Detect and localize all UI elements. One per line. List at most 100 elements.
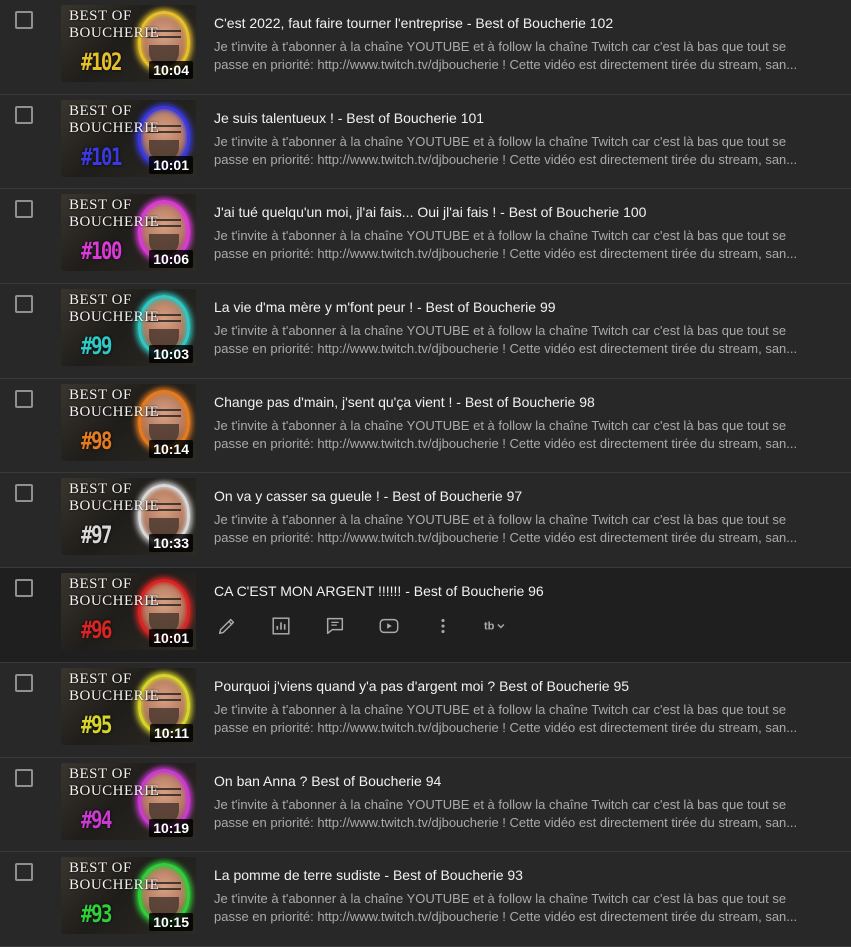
thumbnail-line1: BEST OF bbox=[69, 102, 132, 119]
select-checkbox[interactable] bbox=[15, 295, 33, 314]
video-thumbnail[interactable]: BEST OF BOUCHERIE #97 10:33 bbox=[61, 478, 196, 556]
duration-badge: 10:04 bbox=[149, 61, 193, 79]
video-thumbnail[interactable]: BEST OF BOUCHERIE #94 10:19 bbox=[61, 762, 196, 840]
video-row[interactable]: BEST OF BOUCHERIE #97 10:33 On va y cass… bbox=[0, 473, 851, 569]
select-checkbox[interactable] bbox=[15, 484, 33, 503]
video-row[interactable]: BEST OF BOUCHERIE #94 10:19 On ban Anna … bbox=[0, 757, 851, 853]
select-checkbox[interactable] bbox=[15, 389, 33, 408]
description-line-1: Je t'invite à t'abonner à la chaîne YOUT… bbox=[214, 323, 787, 339]
thumbnail-line2: BOUCHERIE bbox=[69, 687, 160, 704]
thumbnail-line2: BOUCHERIE bbox=[69, 593, 160, 610]
video-description: Je t'invite à t'abonner à la chaîne YOUT… bbox=[214, 417, 840, 453]
thumbnail-caption: BEST OF BOUCHERIE bbox=[69, 103, 159, 137]
video-title[interactable]: C'est 2022, faut faire tourner l'entrepr… bbox=[214, 15, 841, 31]
analytics-icon bbox=[270, 615, 292, 637]
description-line-1: Je t'invite à t'abonner à la chaîne YOUT… bbox=[214, 796, 787, 812]
video-thumbnail[interactable]: BEST OF BOUCHERIE #99 10:03 bbox=[61, 289, 196, 367]
thumbnail-line2: BOUCHERIE bbox=[69, 25, 160, 41]
episode-number: #100 bbox=[81, 237, 122, 266]
video-row[interactable]: BEST OF BOUCHERIE #93 10:15 La pomme de … bbox=[0, 852, 851, 947]
youtube-play-button[interactable] bbox=[376, 614, 402, 638]
duration-badge: 10:11 bbox=[149, 723, 193, 742]
description-line-1: Je t'invite à t'abonner à la chaîne YOUT… bbox=[214, 891, 787, 907]
video-title[interactable]: J'ai tué quelqu'un moi, jl'ai fais... Ou… bbox=[214, 204, 841, 220]
video-thumbnail[interactable]: BEST OF BOUCHERIE #96 10:01 bbox=[61, 573, 196, 651]
video-title[interactable]: Je suis talentueux ! - Best of Boucherie… bbox=[214, 110, 841, 126]
video-thumbnail[interactable]: BEST OF BOUCHERIE #102 10:04 bbox=[61, 5, 196, 82]
thumbnail-line2: BOUCHERIE bbox=[69, 877, 160, 894]
video-description: Je t'invite à t'abonner à la chaîne YOUT… bbox=[214, 227, 840, 263]
description-line-1: Je t'invite à t'abonner à la chaîne YOUT… bbox=[214, 701, 787, 717]
select-checkbox[interactable] bbox=[15, 863, 33, 882]
video-description: Je t'invite à t'abonner à la chaîne YOUT… bbox=[214, 890, 840, 926]
duration-badge: 10:06 bbox=[149, 250, 193, 269]
svg-text:tb: tb bbox=[484, 621, 495, 633]
video-row[interactable]: BEST OF BOUCHERIE #98 10:14 Change pas d… bbox=[0, 378, 851, 474]
video-thumbnail[interactable]: BEST OF BOUCHERIE #95 10:11 bbox=[61, 667, 196, 745]
thumbnail-line2: BOUCHERIE bbox=[69, 498, 160, 515]
tubebuddy-button[interactable]: tb bbox=[482, 614, 508, 638]
video-row[interactable]: BEST OF BOUCHERIE #100 10:06 J'ai tué qu… bbox=[0, 189, 851, 285]
thumbnail-line2: BOUCHERIE bbox=[69, 309, 160, 326]
video-title[interactable]: La pomme de terre sudiste - Best of Bouc… bbox=[214, 867, 841, 883]
episode-number: #97 bbox=[81, 521, 113, 550]
description-line-1: Je t'invite à t'abonner à la chaîne YOUT… bbox=[214, 512, 787, 528]
youtube-play-icon bbox=[378, 615, 400, 637]
episode-number: #95 bbox=[81, 710, 113, 739]
analytics-button[interactable] bbox=[268, 614, 294, 638]
duration-badge: 10:19 bbox=[149, 818, 193, 837]
video-row[interactable]: BEST OF BOUCHERIE #95 10:11 Pourquoi j'v… bbox=[0, 662, 851, 758]
select-checkbox[interactable] bbox=[15, 105, 33, 124]
thumbnail-line1: BEST OF bbox=[69, 670, 132, 687]
select-checkbox[interactable] bbox=[15, 200, 33, 219]
thumbnail-line1: BEST OF bbox=[69, 576, 132, 593]
select-checkbox[interactable] bbox=[15, 673, 33, 692]
select-checkbox[interactable] bbox=[15, 579, 33, 598]
comments-button[interactable] bbox=[322, 614, 348, 638]
duration-badge: 10:01 bbox=[149, 155, 193, 174]
video-thumbnail[interactable]: BEST OF BOUCHERIE #100 10:06 bbox=[61, 194, 196, 272]
description-line-2: passe en priorité: http://www.twitch.tv/… bbox=[214, 909, 798, 925]
thumbnail-line2: BOUCHERIE bbox=[69, 119, 160, 136]
video-title[interactable]: Pourquoi j'viens quand y'a pas d'argent … bbox=[214, 678, 841, 694]
video-row[interactable]: BEST OF BOUCHERIE #96 10:01 CA C'EST MON… bbox=[0, 568, 851, 663]
video-thumbnail[interactable]: BEST OF BOUCHERIE #93 10:15 bbox=[61, 857, 196, 935]
select-checkbox[interactable] bbox=[15, 768, 33, 787]
thumbnail-line2: BOUCHERIE bbox=[69, 214, 160, 231]
episode-number: #98 bbox=[81, 426, 113, 455]
thumbnail-line1: BEST OF bbox=[69, 8, 132, 24]
episode-number: #99 bbox=[81, 332, 113, 361]
description-line-2: passe en priorité: http://www.twitch.tv/… bbox=[214, 814, 798, 830]
more-vert-icon bbox=[432, 615, 454, 637]
description-line-2: passe en priorité: http://www.twitch.tv/… bbox=[214, 530, 798, 546]
video-thumbnail[interactable]: BEST OF BOUCHERIE #101 10:01 bbox=[61, 99, 196, 177]
thumbnail-caption: BEST OF BOUCHERIE bbox=[69, 387, 159, 421]
video-description: Je t'invite à t'abonner à la chaîne YOUT… bbox=[214, 38, 840, 74]
episode-number: #102 bbox=[81, 48, 122, 76]
video-list: BEST OF BOUCHERIE #102 10:04 C'est 2022,… bbox=[0, 0, 851, 947]
thumbnail-line1: BEST OF bbox=[69, 765, 132, 782]
tubebuddy-icon: tb bbox=[484, 615, 506, 637]
thumbnail-caption: BEST OF BOUCHERIE bbox=[69, 197, 159, 231]
description-line-2: passe en priorité: http://www.twitch.tv/… bbox=[214, 151, 798, 167]
thumbnail-line1: BEST OF bbox=[69, 860, 132, 877]
video-thumbnail[interactable]: BEST OF BOUCHERIE #98 10:14 bbox=[61, 383, 196, 461]
video-title[interactable]: On ban Anna ? Best of Boucherie 94 bbox=[214, 773, 841, 789]
description-line-2: passe en priorité: http://www.twitch.tv/… bbox=[214, 57, 798, 72]
thumbnail-caption: BEST OF BOUCHERIE bbox=[69, 671, 159, 705]
video-title[interactable]: CA C'EST MON ARGENT !!!!!! - Best of Bou… bbox=[214, 583, 841, 599]
select-checkbox[interactable] bbox=[15, 11, 33, 29]
more-vert-button[interactable] bbox=[430, 614, 456, 638]
episode-number: #96 bbox=[81, 616, 113, 645]
thumbnail-caption: BEST OF BOUCHERIE bbox=[69, 8, 159, 42]
video-row[interactable]: BEST OF BOUCHERIE #102 10:04 C'est 2022,… bbox=[0, 0, 851, 95]
video-row[interactable]: BEST OF BOUCHERIE #99 10:03 La vie d'ma … bbox=[0, 284, 851, 379]
thumbnail-line1: BEST OF bbox=[69, 292, 132, 309]
video-title[interactable]: Change pas d'main, j'sent qu'ça vient ! … bbox=[214, 394, 841, 410]
pencil-button[interactable] bbox=[214, 614, 240, 638]
video-title[interactable]: On va y casser sa gueule ! - Best of Bou… bbox=[214, 488, 841, 504]
video-title[interactable]: La vie d'ma mère y m'font peur ! - Best … bbox=[214, 299, 841, 315]
thumbnail-line1: BEST OF bbox=[69, 386, 132, 403]
video-row[interactable]: BEST OF BOUCHERIE #101 10:01 Je suis tal… bbox=[0, 94, 851, 190]
description-line-2: passe en priorité: http://www.twitch.tv/… bbox=[214, 719, 798, 735]
